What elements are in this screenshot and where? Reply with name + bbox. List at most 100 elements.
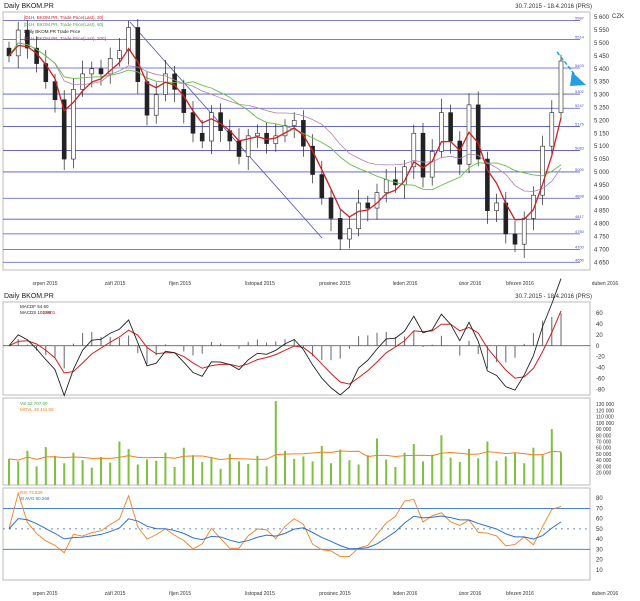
level-label: 5000 xyxy=(575,167,585,172)
volume-bar xyxy=(238,461,240,485)
price-tick: 5 100 xyxy=(594,144,610,150)
price-tick: 5 500 xyxy=(594,41,610,47)
rsi-tick: 80 xyxy=(596,496,603,502)
month-label: duben 2016 xyxy=(592,591,619,597)
volume-bar xyxy=(495,460,498,485)
volume-bar xyxy=(366,455,369,485)
volume-bar xyxy=(394,466,397,485)
volume-bar xyxy=(201,462,204,485)
volume-bar xyxy=(8,458,10,485)
level-label: 4817 xyxy=(575,214,585,219)
volume-bar xyxy=(192,455,194,485)
volume-bar xyxy=(514,452,516,485)
candle-body xyxy=(383,179,389,193)
volume-bar xyxy=(173,466,176,485)
volume-bar xyxy=(265,466,268,485)
price-tick: 5 300 xyxy=(594,93,610,99)
level-label: 4760 xyxy=(575,229,585,234)
candle-body xyxy=(199,132,205,142)
chart-canvas[interactable]: Daily BKOM.PR 30.7.2015 - 18.4.2016 (PRS… xyxy=(0,0,640,601)
price-tick: 5 000 xyxy=(594,170,610,176)
price-tick: 4 850 xyxy=(594,209,610,215)
candle-body xyxy=(374,192,380,209)
level-label: 5083 xyxy=(575,146,585,151)
main-legend-item: Daily BKOM.PR Trade Price xyxy=(24,29,81,34)
candle-body xyxy=(347,228,352,240)
month-label: prosinec 2015 xyxy=(319,281,351,287)
month-label: listopad 2015 xyxy=(245,281,275,287)
candle-body xyxy=(494,202,499,211)
volume-bar xyxy=(136,464,139,485)
month-label: listopad 2015 xyxy=(245,591,275,597)
level-label: 4650 xyxy=(575,257,585,262)
candle-body xyxy=(448,112,453,142)
volume-legend-item: MOVL 49 411.50 xyxy=(20,407,54,412)
lower-panel-title: Daily BKOM.PR xyxy=(4,293,54,300)
candle-body xyxy=(420,132,426,178)
volume-tick: 110 000 xyxy=(596,415,614,421)
main-legend-item: [D1H, BKOM.PR, Trade Price(Last), 20] xyxy=(24,15,103,20)
panel-frame-1 xyxy=(2,301,591,396)
volume-bar xyxy=(532,447,535,485)
volume-bar xyxy=(330,463,332,485)
candle-body xyxy=(98,68,104,75)
rsi-tick: 10 xyxy=(596,568,603,574)
price-tick: 5 150 xyxy=(594,131,610,137)
level-label: 5514 xyxy=(575,34,585,39)
volume-bar xyxy=(90,467,93,485)
macd-tick: -40 xyxy=(596,366,605,372)
volume-bar xyxy=(81,460,84,485)
candle-body xyxy=(328,197,334,219)
month-label: říjen 2015 xyxy=(169,281,191,287)
volume-bar xyxy=(293,458,296,485)
candle-body xyxy=(549,112,555,147)
candle-body xyxy=(236,140,242,157)
rsi-tick: 50 xyxy=(596,527,603,533)
volume-bar xyxy=(523,463,526,485)
volume-bar xyxy=(302,456,305,485)
volume-bar xyxy=(477,458,480,485)
candle-body xyxy=(89,68,95,75)
volume-bar xyxy=(284,450,286,485)
macd-tick: 60 xyxy=(596,311,603,317)
volume-bar xyxy=(219,468,222,485)
macd-tick: 20 xyxy=(596,333,603,339)
volume-bar xyxy=(486,441,489,485)
macd-tick: 0 xyxy=(596,344,600,350)
candle-body xyxy=(365,202,371,209)
candle-body xyxy=(209,112,214,142)
price-tick: 4 800 xyxy=(594,222,610,228)
volume-bar xyxy=(54,455,56,485)
level-label: 5176 xyxy=(575,122,585,127)
rsi-legend-item: RSI 73.839 xyxy=(20,490,43,495)
volume-bar xyxy=(422,461,424,485)
volume-bar xyxy=(100,457,102,485)
candle-body xyxy=(153,94,159,116)
volume-bar xyxy=(458,462,461,485)
currency-label: CZK xyxy=(612,14,624,20)
price-tick: 4 700 xyxy=(594,247,610,253)
volume-bar xyxy=(17,461,20,485)
level-label: 4700 xyxy=(575,244,585,249)
volume-bar xyxy=(26,450,29,485)
month-label: únor 2016 xyxy=(459,281,482,287)
rsi-legend-item: SI AVG 60.268 xyxy=(20,496,50,501)
volume-bar xyxy=(274,401,277,485)
volume-bar xyxy=(385,459,388,485)
candle-body xyxy=(135,27,141,82)
volume-bar xyxy=(311,461,314,485)
rsi-tick: 20 xyxy=(596,558,603,564)
candle-body xyxy=(126,27,131,51)
month-label: září 2015 xyxy=(105,281,126,287)
macd-tick: -80 xyxy=(596,388,605,394)
level-label: 5403 xyxy=(575,63,585,68)
volume-bar xyxy=(127,448,130,485)
candle-body xyxy=(558,60,564,113)
level-label: 5587 xyxy=(575,16,585,21)
panel-frame-0 xyxy=(2,11,591,271)
candle-body xyxy=(181,89,187,113)
main-panel-title: Daily BKOM.PR xyxy=(4,3,54,10)
arrow-head-icon xyxy=(570,72,586,86)
candle-body xyxy=(356,202,361,230)
volume-bar xyxy=(431,454,434,485)
